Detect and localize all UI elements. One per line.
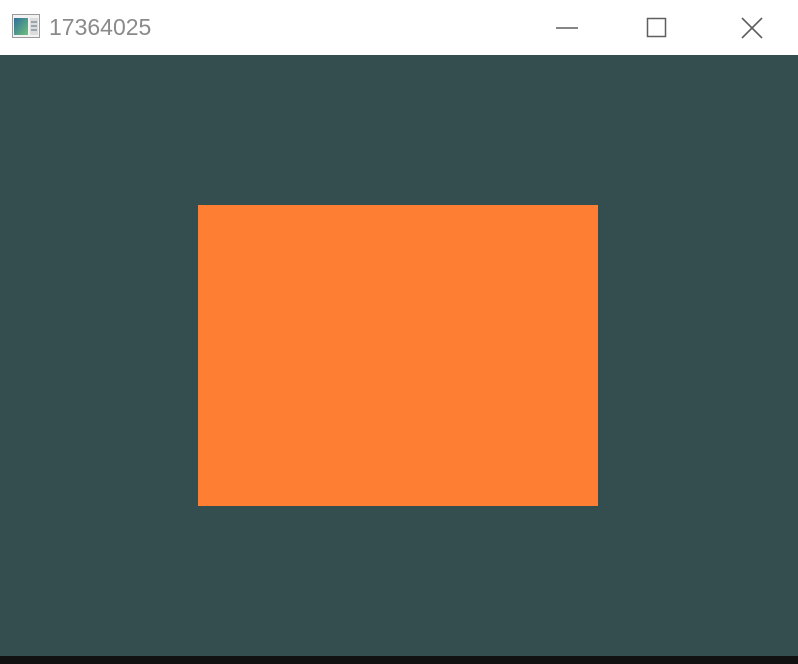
minimize-button[interactable] <box>522 0 612 55</box>
close-icon <box>741 16 763 39</box>
orange-rectangle <box>198 205 598 506</box>
window-bottom-edge <box>0 656 798 664</box>
maximize-icon <box>646 17 667 37</box>
render-canvas[interactable] <box>0 55 798 656</box>
maximize-button[interactable] <box>612 0 702 55</box>
title-bar[interactable]: 17364025 <box>0 0 798 55</box>
minimize-icon <box>556 26 578 29</box>
close-button[interactable] <box>706 0 798 55</box>
app-window-icon[interactable] <box>12 14 40 38</box>
window-title: 17364025 <box>49 14 152 40</box>
app-window: 17364025 <box>0 0 798 664</box>
